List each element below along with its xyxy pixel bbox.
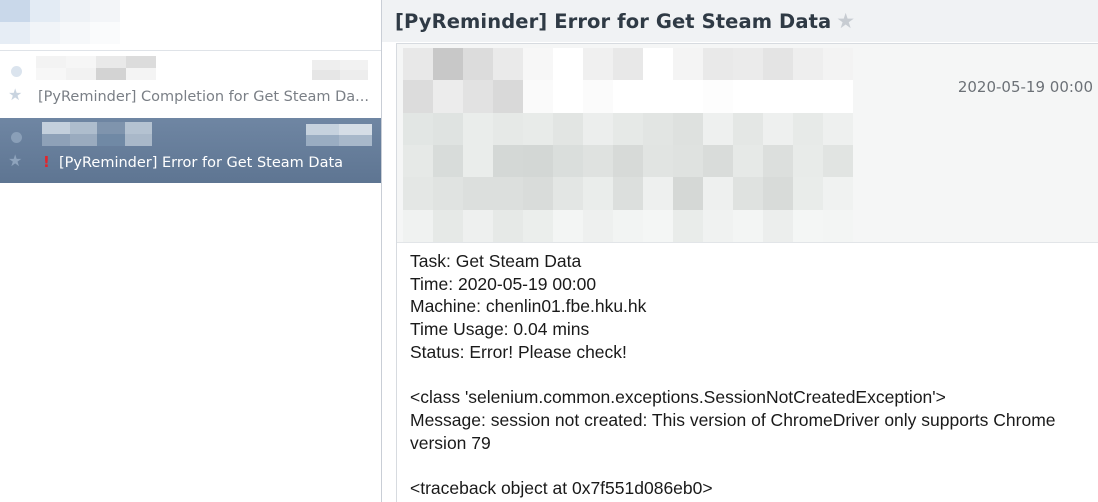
message-body: Task: Get Steam Data Time: 2020-05-19 00… — [410, 250, 1056, 500]
body-line-blank — [410, 364, 1056, 387]
subject-bar: [PyReminder] Error for Get Steam Data ★ — [382, 0, 1098, 42]
priority-flag-icon: ! — [43, 153, 50, 171]
message-list-pane: ★ [PyReminder] Completion for Get Steam … — [0, 0, 382, 502]
message-subject[interactable]: [PyReminder] Error for Get Steam Data — [59, 154, 343, 172]
redacted-date — [312, 60, 368, 80]
message-date: 2020-05-19 00:00 — [957, 78, 1093, 96]
email-subject-title: [PyReminder] Error for Get Steam Data ★ — [395, 9, 855, 33]
redacted-sender — [42, 122, 152, 146]
body-line: <class 'selenium.common.exceptions.Sessi… — [410, 387, 946, 408]
body-line: <traceback object at 0x7f551d086eb0> — [410, 478, 713, 498]
body-line: Time: 2020-05-19 00:00 — [410, 273, 597, 294]
message-list-header — [0, 0, 381, 51]
redacted-sender-block — [0, 0, 120, 44]
redacted-sender — [36, 56, 156, 80]
message-header: 2020-05-19 00:00 — [397, 44, 1098, 243]
message-view: 2020-05-19 00:00 Task: Get Steam Data Ti… — [396, 43, 1098, 502]
redacted-date — [306, 124, 372, 146]
reading-pane: [PyReminder] Error for Get Steam Data ★ 2… — [382, 0, 1098, 502]
unread-indicator-icon[interactable] — [11, 66, 22, 77]
body-line: version 79 — [410, 432, 491, 453]
star-icon[interactable]: ★ — [8, 87, 22, 103]
body-line: Message: session not created: This versi… — [410, 409, 1056, 430]
body-line: Machine: chenlin01.fbe.hku.hk — [410, 296, 647, 317]
message-list-item-selected[interactable]: ★ ! [PyReminder] Error for Get Steam Dat… — [0, 118, 381, 183]
star-icon[interactable]: ★ — [836, 9, 855, 33]
redacted-header-info — [403, 48, 853, 242]
body-line: Status: Error! Please check! — [410, 341, 627, 362]
body-line: Task: Get Steam Data — [410, 251, 582, 271]
message-list-item[interactable]: ★ [PyReminder] Completion for Get Steam … — [0, 52, 381, 118]
message-subject[interactable]: [PyReminder] Completion for Get Steam Da… — [38, 88, 369, 106]
star-icon[interactable]: ★ — [8, 153, 22, 169]
body-line-blank — [410, 454, 1056, 477]
email-subject-text: [PyReminder] Error for Get Steam Data — [395, 10, 832, 33]
body-line: Time Usage: 0.04 mins — [410, 319, 590, 340]
unread-indicator-icon[interactable] — [11, 132, 22, 143]
